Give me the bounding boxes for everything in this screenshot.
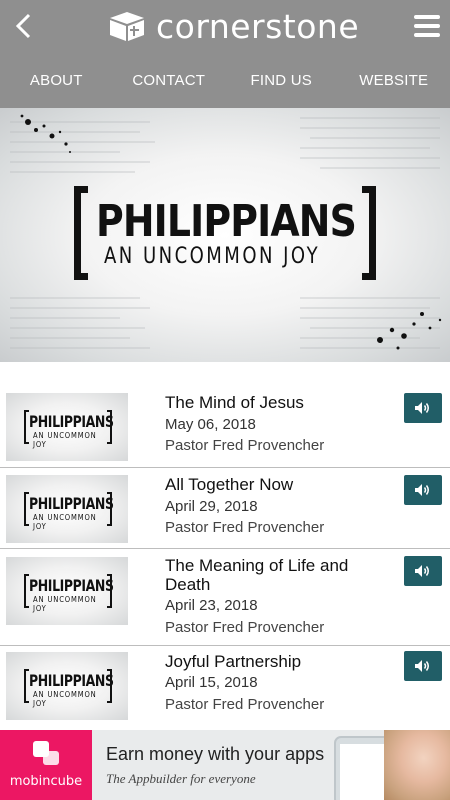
brand-name: cornerstone [156, 6, 360, 46]
ad-headline: Earn money with your apps [106, 744, 325, 764]
thumbnail-subtitle: AN UNCOMMON JOY [33, 513, 97, 531]
cornerstone-logo-icon [110, 12, 144, 41]
sermon-item[interactable]: PHILIPPIANS AN UNCOMMON JOY All Together… [0, 468, 450, 549]
sermon-list: PHILIPPIANS AN UNCOMMON JOY The Mind of … [0, 386, 450, 728]
sermon-title: The Mind of Jesus [165, 393, 304, 412]
series-title: PHILIPPIANS [96, 196, 357, 247]
sermon-title: All Together Now [165, 475, 294, 494]
nav-bar: ABOUT CONTACT FIND US WEBSITE [0, 52, 450, 108]
hamburger-menu-icon[interactable] [414, 13, 440, 39]
play-audio-button[interactable] [404, 556, 442, 586]
sermon-speaker: Pastor Fred Provencher [165, 619, 325, 636]
sermon-item[interactable]: PHILIPPIANS AN UNCOMMON JOY The Meaning … [0, 549, 450, 646]
left-bracket [74, 186, 88, 280]
app-header: cornerstone [0, 0, 450, 52]
sermon-thumbnail: PHILIPPIANS AN UNCOMMON JOY [6, 475, 128, 543]
series-subtitle: AN UNCOMMON JOY [104, 244, 321, 269]
thumbnail-subtitle: AN UNCOMMON JOY [33, 595, 97, 613]
thumbnail-subtitle: AN UNCOMMON JOY [33, 690, 97, 708]
mobincube-logo-icon [33, 741, 59, 765]
nav-item-contact[interactable]: CONTACT [113, 52, 226, 108]
sermon-title: The Meaning of Life and Death [165, 556, 349, 594]
play-audio-button[interactable] [404, 393, 442, 423]
sermon-speaker: Pastor Fred Provencher [165, 696, 325, 713]
person-photo [384, 730, 450, 800]
brand: cornerstone [106, 6, 360, 46]
ad-tagline: The Appbuilder for everyone [106, 771, 256, 786]
speaker-icon [415, 660, 429, 672]
nav-item-website[interactable]: WEBSITE [338, 52, 450, 108]
right-bracket [362, 186, 376, 280]
chevron-left-icon [15, 13, 31, 39]
sermon-date: April 29, 2018 [165, 498, 258, 515]
sermon-date: April 23, 2018 [165, 597, 258, 614]
thumbnail-subtitle: AN UNCOMMON JOY [33, 431, 97, 449]
sermon-speaker: Pastor Fred Provencher [165, 437, 325, 454]
ad-brand-name: mobincube [9, 774, 83, 789]
thumbnail-title: PHILIPPIANS [29, 412, 114, 431]
ad-banner[interactable]: mobincube Earn money with your apps The … [0, 730, 450, 800]
ad-brand-block: mobincube [0, 730, 92, 800]
nav-item-about[interactable]: ABOUT [0, 52, 113, 108]
sermon-speaker: Pastor Fred Provencher [165, 519, 325, 536]
series-title-block: PHILIPPIANS AN UNCOMMON JOY [74, 186, 376, 282]
sermon-item[interactable]: PHILIPPIANS AN UNCOMMON JOY Joyful Partn… [0, 646, 450, 728]
back-button[interactable] [10, 10, 36, 42]
sermon-title: Joyful Partnership [165, 652, 302, 671]
thumbnail-title: PHILIPPIANS [29, 671, 114, 690]
thumbnail-title: PHILIPPIANS [29, 576, 114, 595]
nav-item-find-us[interactable]: FIND US [225, 52, 338, 108]
series-banner: PHILIPPIANS AN UNCOMMON JOY [0, 108, 450, 362]
sermon-item[interactable]: PHILIPPIANS AN UNCOMMON JOY The Mind of … [0, 386, 450, 468]
sermon-date: April 15, 2018 [165, 674, 258, 691]
play-audio-button[interactable] [404, 651, 442, 681]
speaker-icon [415, 565, 429, 577]
thumbnail-title: PHILIPPIANS [29, 494, 114, 513]
speaker-icon [415, 402, 429, 414]
play-audio-button[interactable] [404, 475, 442, 505]
sermon-thumbnail: PHILIPPIANS AN UNCOMMON JOY [6, 393, 128, 461]
speaker-icon [415, 484, 429, 496]
sermon-thumbnail: PHILIPPIANS AN UNCOMMON JOY [6, 557, 128, 625]
sermon-date: May 06, 2018 [165, 416, 256, 433]
sermon-thumbnail: PHILIPPIANS AN UNCOMMON JOY [6, 652, 128, 720]
